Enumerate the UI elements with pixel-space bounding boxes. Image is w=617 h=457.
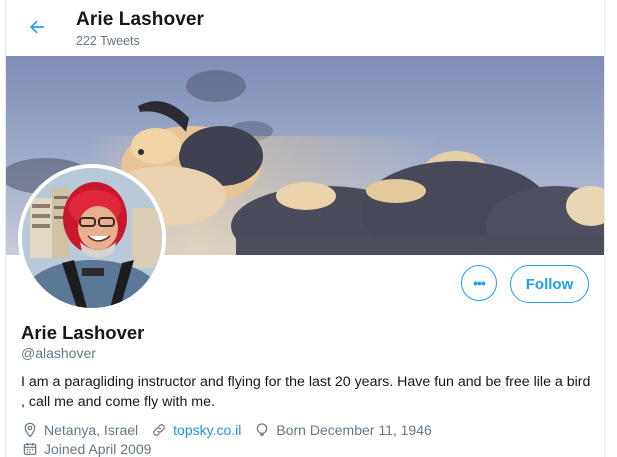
profile-handle: @alashover: [21, 345, 96, 361]
profile-name: Arie Lashover: [21, 322, 145, 343]
avatar[interactable]: [18, 164, 166, 312]
website-link[interactable]: topsky.co.il: [173, 422, 241, 438]
more-options-button[interactable]: •••: [461, 265, 497, 301]
location-text: Netanya, Israel: [44, 422, 139, 438]
profile-bio: I am a paragliding instructor and flying…: [21, 374, 591, 410]
birthday-item: Born December 11, 1946: [253, 421, 432, 439]
website-item[interactable]: topsky.co.il: [150, 421, 241, 439]
header-title: Arie Lashover: [76, 9, 205, 30]
location-pin-icon: [21, 421, 39, 439]
balloon-icon: [253, 421, 271, 439]
more-dots-icon: •••: [473, 275, 486, 291]
profile-meta-joined: Joined April 2009: [21, 440, 163, 457]
birthday-text: Born December 11, 1946: [276, 422, 432, 438]
follow-button[interactable]: Follow: [510, 265, 589, 303]
tweet-count: 222 Tweets: [76, 34, 140, 48]
calendar-icon: [21, 440, 39, 457]
location-item: Netanya, Israel: [21, 421, 138, 439]
profile-header: Arie Lashover 222 Tweets: [6, 0, 604, 56]
joined-item: Joined April 2009: [21, 440, 151, 457]
profile-meta: Netanya, Israel topsky.co.il Born Decemb…: [21, 421, 444, 439]
link-icon: [150, 421, 168, 439]
arrow-left-icon: [27, 17, 47, 42]
profile-page: Arie Lashover 222 Tweets ••• Follow Arie…: [5, 0, 605, 457]
back-button[interactable]: [22, 14, 52, 44]
joined-text: Joined April 2009: [44, 441, 152, 457]
